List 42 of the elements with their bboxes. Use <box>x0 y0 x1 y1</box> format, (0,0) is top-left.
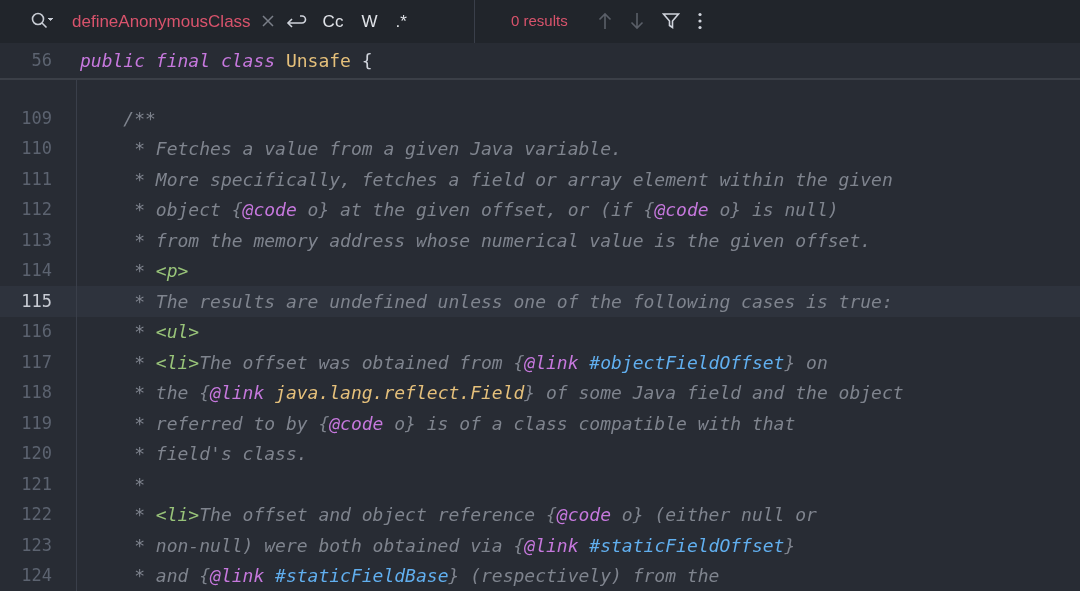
line-number: 123 <box>20 533 53 557</box>
code-line: * Fetches a value from a given Java variable. <box>133 137 622 162</box>
line-number: 122 <box>20 503 53 526</box>
line-number: 113 <box>20 228 53 252</box>
code-line: public final class Unsafe { <box>80 48 373 73</box>
code-line: * from the memory address whose numerical value is the given offset. <box>133 228 872 253</box>
line-number: 116 <box>20 320 53 343</box>
line-number: 118 <box>20 381 53 404</box>
code-line: * non-null) were both obtained via {@link #staticFieldOffset} <box>133 533 796 558</box>
code-line: * <li>The offset and object reference {@code o} (either null or <box>133 503 817 528</box>
more-icon[interactable] <box>697 12 702 31</box>
code-line: * <p> <box>133 259 189 284</box>
code-line: * object {@code o} at the given offset, or (if {@code o} is null) <box>133 198 839 223</box>
line-number: 110 <box>20 137 53 160</box>
search-option-toggle[interactable]: W <box>355 6 384 37</box>
line-number: 124 <box>20 564 53 587</box>
code-line: * the {@link java.lang.reflect.Field} of some Java field and the object <box>133 381 904 406</box>
code-line: * referred to by {@code o} is of a class compatible with that <box>133 411 796 436</box>
code-line: * The results are undefined unless one of the following cases is true: <box>133 289 893 314</box>
line-number: 120 <box>20 442 53 465</box>
line-number: 114 <box>20 259 53 282</box>
line-number: 119 <box>20 411 53 435</box>
code-line: * <box>133 472 146 497</box>
search-option-toggle[interactable]: .* <box>389 6 413 37</box>
code-line: * and {@link #staticFieldBase} (respectively) from the <box>133 564 720 589</box>
code-line: * field's class. <box>133 442 308 467</box>
code-line: * <li>The offset was obtained from {@link #objectFieldOffset} on <box>133 350 828 375</box>
code-line: * <ul> <box>133 320 200 345</box>
line-number: 109 <box>20 106 53 130</box>
code-line: * More specifically, fetches a field or array element within the given <box>133 167 893 192</box>
line-number: 115 <box>20 289 53 313</box>
line-number: 56 <box>30 48 53 72</box>
line-number: 111 <box>20 167 53 191</box>
line-number: 117 <box>20 350 53 374</box>
results-count: 0 results <box>511 11 568 32</box>
clear-icon[interactable] <box>260 14 275 29</box>
filter-icon[interactable] <box>661 12 680 31</box>
line-number: 112 <box>20 198 53 221</box>
line-number: 121 <box>20 472 53 496</box>
search-query[interactable]: defineAnonymousClass <box>72 8 251 35</box>
code-line: /** <box>122 106 156 131</box>
search-option-toggle[interactable]: Cc <box>316 6 350 37</box>
